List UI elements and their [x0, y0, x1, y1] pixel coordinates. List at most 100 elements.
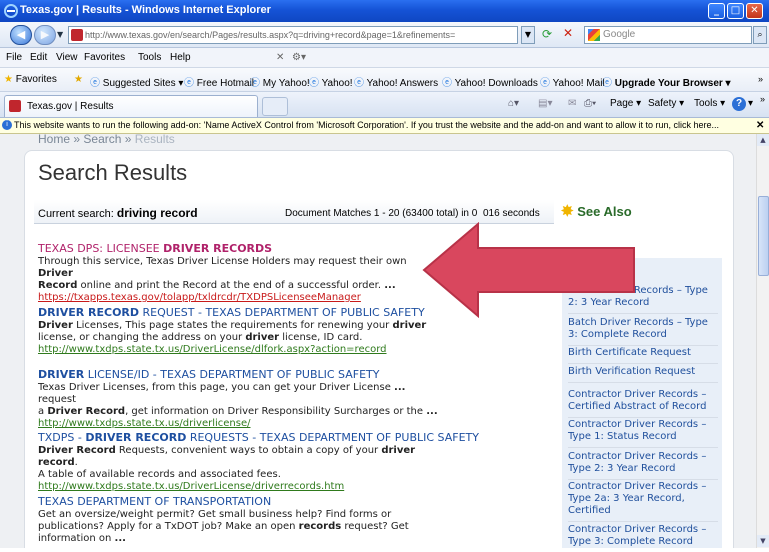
- star-icon: ✸: [561, 203, 574, 220]
- tab-bar: Texas.gov | Results ⌂▾ ▤▾ ✉ ⎙▾ Page ▾ Sa…: [0, 92, 769, 118]
- result-snippet: Texas Driver Licenses, from this page, y…: [38, 382, 438, 417]
- see-also-item[interactable]: Contractor Driver Records – Type 2: 3 Ye…: [568, 447, 718, 480]
- google-icon: [588, 29, 600, 41]
- tab-title: Texas.gov | Results: [27, 101, 114, 112]
- maximize-button[interactable]: □: [727, 3, 744, 19]
- more-chevron-icon[interactable]: »: [758, 74, 763, 84]
- search-placeholder: Google: [603, 29, 636, 40]
- favorites-star-icon: ★: [4, 74, 13, 85]
- infobar-text: This website wants to run the following …: [14, 120, 719, 130]
- ie-page-icon: ⓔ: [309, 78, 319, 89]
- window-title: Texas.gov | Results - Windows Internet E…: [20, 4, 271, 16]
- breadcrumb-search[interactable]: Search: [83, 134, 121, 146]
- fav-suggested-sites[interactable]: ⓔ Suggested Sites ▾: [90, 74, 183, 89]
- safety-menu[interactable]: Safety ▾: [648, 98, 684, 109]
- toolbar-options-icon[interactable]: ⚙▾: [292, 52, 306, 63]
- menu-file[interactable]: File: [6, 52, 22, 63]
- add-favorite-icon[interactable]: ★: [74, 74, 83, 85]
- fav-yahoo[interactable]: ⓔ Yahoo!: [309, 74, 353, 89]
- refresh-icon[interactable]: ⟳: [538, 27, 556, 43]
- result-url[interactable]: http://www.txdps.state.tx.us/driverlicen…: [38, 418, 438, 430]
- back-button[interactable]: ◀: [10, 25, 32, 45]
- menu-bar: File Edit View Favorites Tools Help ✕ ⚙▾: [0, 48, 769, 68]
- breadcrumb-home[interactable]: Home: [38, 134, 70, 146]
- result-title[interactable]: DRIVER RECORD REQUEST - TEXAS DEPARTMENT…: [38, 307, 438, 319]
- search-result: TXDPS - DRIVER RECORD REQUESTS - TEXAS D…: [38, 432, 479, 493]
- fav-my-yahoo[interactable]: ⓔ My Yahoo!: [250, 74, 310, 89]
- menu-favorites[interactable]: Favorites: [84, 52, 125, 63]
- see-also-item[interactable]: Contractor Driver Records – Type 3: Comp…: [568, 520, 718, 552]
- scroll-up-icon[interactable]: ▲: [757, 134, 769, 146]
- result-url[interactable]: http://www.txdps.state.tx.us/DriverLicen…: [38, 481, 438, 493]
- scroll-thumb[interactable]: [758, 196, 769, 276]
- see-also-item[interactable]: Contractor Driver Records – Certified Ab…: [568, 385, 718, 418]
- address-dropdown-icon[interactable]: ▼: [521, 26, 535, 44]
- ie-logo-icon: [4, 4, 18, 18]
- ie-page-icon: ⓔ: [184, 78, 194, 89]
- texas-favicon-icon: [9, 100, 21, 112]
- ie-page-icon: ⓔ: [250, 78, 260, 89]
- menu-edit[interactable]: Edit: [30, 52, 47, 63]
- search-result: DRIVER RECORD REQUEST - TEXAS DEPARTMENT…: [38, 307, 438, 356]
- breadcrumb-results: Results: [134, 134, 175, 146]
- search-seconds: 016 seconds: [483, 208, 540, 219]
- search-result: TEXAS DPS: LICENSEE DRIVER RECORDS Throu…: [38, 243, 438, 304]
- result-url[interactable]: https://txapps.texas.gov/tolapp/txldrcdr…: [38, 292, 438, 304]
- menu-view[interactable]: View: [56, 52, 78, 63]
- favorites-button[interactable]: ★ Favorites: [4, 74, 57, 85]
- print-icon[interactable]: ⎙▾: [584, 98, 596, 109]
- menu-tools[interactable]: Tools: [138, 52, 161, 63]
- menu-help[interactable]: Help: [170, 52, 191, 63]
- red-arrow-annotation: [422, 222, 635, 318]
- current-search-query: driving record: [116, 206, 198, 220]
- more-chevron-icon[interactable]: »: [760, 94, 765, 104]
- fav-upgrade-browser[interactable]: ⓔ Upgrade Your Browser ▾: [602, 74, 731, 89]
- information-bar[interactable]: i This website wants to run the followin…: [0, 118, 769, 134]
- result-title[interactable]: TXDPS - DRIVER RECORD REQUESTS - TEXAS D…: [38, 432, 479, 444]
- window-title-bar[interactable]: Texas.gov | Results - Windows Internet E…: [0, 0, 769, 22]
- favorites-bar: ★ Favorites ★ ⓔ Suggested Sites ▾ ⓔ Free…: [0, 68, 769, 92]
- mail-icon[interactable]: ✉: [568, 98, 576, 109]
- result-title[interactable]: DRIVER LICENSE/ID - TEXAS DEPARTMENT OF …: [38, 369, 438, 381]
- infobar-close-icon[interactable]: ✕: [756, 118, 764, 133]
- search-button[interactable]: ⌕: [753, 26, 767, 44]
- see-also-item[interactable]: Contractor Driver Records – Type 1: Stat…: [568, 415, 718, 448]
- scroll-down-icon[interactable]: ▼: [757, 535, 769, 547]
- search-result: DRIVER LICENSE/ID - TEXAS DEPARTMENT OF …: [38, 369, 438, 430]
- vertical-scrollbar[interactable]: ▲ ▼: [756, 134, 769, 548]
- stop-icon[interactable]: ✕: [559, 26, 577, 43]
- see-also-item[interactable]: Birth Verification Request: [568, 362, 718, 383]
- result-url[interactable]: http://www.txdps.state.tx.us/DriverLicen…: [38, 344, 438, 356]
- address-bar[interactable]: http://www.texas.gov/en/search/Pages/res…: [68, 26, 518, 44]
- ie-page-icon: ⓔ: [354, 78, 364, 89]
- page-menu[interactable]: Page ▾: [610, 98, 641, 109]
- texas-favicon-icon: [71, 29, 83, 41]
- address-text: http://www.texas.gov/en/search/Pages/res…: [85, 30, 456, 40]
- result-snippet: Through this service, Texas Driver Licen…: [38, 256, 407, 291]
- see-also-item[interactable]: Birth Certificate Request: [568, 343, 718, 364]
- close-window-button[interactable]: ✕: [746, 3, 763, 19]
- see-also-item[interactable]: Contractor Driver Records – Type 2a: 3 Y…: [568, 477, 718, 522]
- info-icon: i: [2, 120, 12, 130]
- minimize-button[interactable]: _: [708, 3, 725, 19]
- tools-menu[interactable]: Tools ▾: [694, 98, 725, 109]
- new-tab-button[interactable]: [262, 97, 288, 116]
- search-input[interactable]: Google: [584, 26, 752, 44]
- result-title[interactable]: TEXAS DPS: LICENSEE DRIVER RECORDS: [38, 243, 438, 255]
- help-dropdown-icon[interactable]: ▾: [748, 98, 753, 109]
- result-snippet: Driver Licenses, This page states the re…: [38, 320, 427, 343]
- fav-yahoo-answers[interactable]: ⓔ Yahoo! Answers: [354, 74, 438, 89]
- fav-free-hotmail[interactable]: ⓔ Free Hotmail: [184, 74, 254, 89]
- help-icon[interactable]: ?: [732, 97, 746, 111]
- home-icon[interactable]: ⌂▾: [508, 98, 519, 109]
- ie-page-icon: ⓔ: [540, 78, 550, 89]
- history-dropdown-icon[interactable]: ▼: [57, 30, 63, 39]
- result-title[interactable]: TEXAS DEPARTMENT OF TRANSPORTATION: [38, 496, 438, 508]
- ie-page-icon: ⓔ: [442, 78, 452, 89]
- fav-yahoo-mail[interactable]: ⓔ Yahoo! Mail: [540, 74, 605, 89]
- feeds-icon[interactable]: ▤▾: [538, 98, 552, 109]
- tab-texas-results[interactable]: Texas.gov | Results: [4, 95, 258, 117]
- toolbar-close-icon[interactable]: ✕: [276, 52, 284, 63]
- forward-button[interactable]: ▶: [34, 25, 56, 45]
- fav-yahoo-downloads[interactable]: ⓔ Yahoo! Downloads: [442, 74, 538, 89]
